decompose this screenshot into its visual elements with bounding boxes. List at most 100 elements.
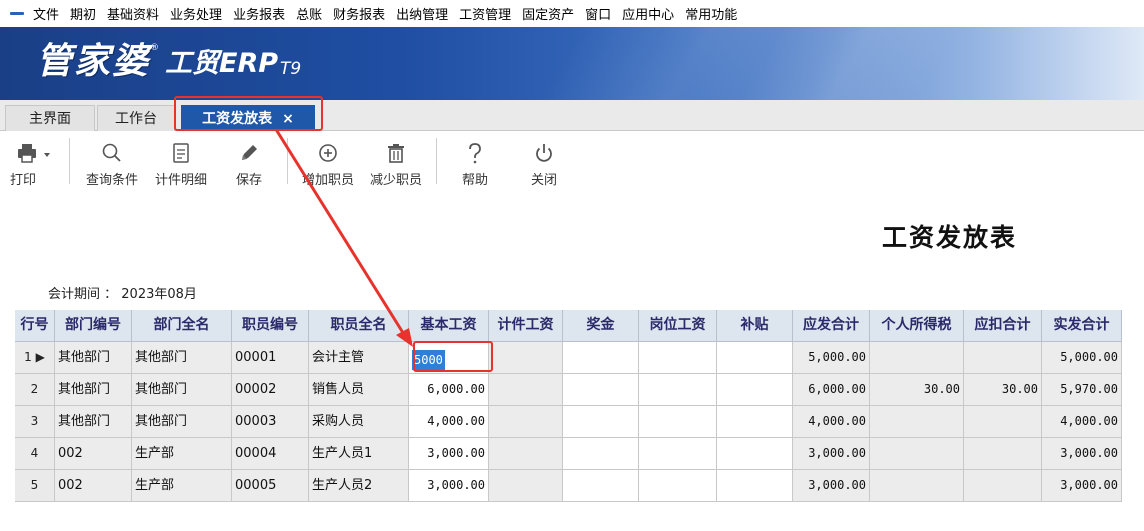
piece-detail-button[interactable]: 计件明细: [149, 140, 213, 188]
column-header-allowance[interactable]: 补贴: [717, 310, 793, 342]
post-wage-cell[interactable]: [639, 374, 717, 406]
accounting-period: 会计期间 ： 2023年08月: [48, 283, 197, 302]
menu-business-processing[interactable]: 业务处理: [170, 4, 222, 23]
bonus-cell[interactable]: [563, 470, 639, 502]
post-wage-cell[interactable]: [639, 406, 717, 438]
staff-name-cell[interactable]: 采购人员: [309, 406, 409, 438]
dept-name-cell[interactable]: 其他部门: [132, 342, 232, 374]
tab-workbench[interactable]: 工作台: [97, 105, 175, 131]
staff-code-cell[interactable]: 00004: [232, 438, 309, 470]
allowance-cell[interactable]: [717, 374, 793, 406]
column-header-bonus[interactable]: 奖金: [563, 310, 639, 342]
column-header-post-wage[interactable]: 岗位工资: [639, 310, 717, 342]
menu-opening[interactable]: 期初: [70, 4, 96, 23]
query-conditions-button[interactable]: 查询条件: [80, 140, 144, 188]
table-row[interactable]: 3 其他部门 其他部门 00003 采购人员 4,000.00 4,000.00…: [15, 406, 1122, 438]
piece-detail-label: 计件明细: [154, 173, 207, 188]
staff-name-cell[interactable]: 会计主管: [309, 342, 409, 374]
column-header-deduction-total[interactable]: 应扣合计: [964, 310, 1042, 342]
tab-main[interactable]: 主界面: [5, 105, 95, 131]
table-row[interactable]: 1 ▶ 其他部门 其他部门 00001 会计主管 5000 5,000.00 5…: [15, 342, 1122, 374]
post-wage-cell[interactable]: [639, 470, 717, 502]
bonus-cell[interactable]: [563, 438, 639, 470]
column-header-income-tax[interactable]: 个人所得税: [870, 310, 964, 342]
base-salary-cell[interactable]: 6,000.00: [409, 374, 489, 406]
close-button[interactable]: 关闭: [521, 140, 567, 188]
column-header-net-total[interactable]: 实发合计: [1042, 310, 1122, 342]
allowance-cell[interactable]: [717, 342, 793, 374]
dept-name-cell[interactable]: 生产部: [132, 470, 232, 502]
deduction-total-cell: 30.00: [964, 374, 1042, 406]
table-row[interactable]: 4 002 生产部 00004 生产人员1 3,000.00 3,000.00 …: [15, 438, 1122, 470]
dept-code-cell[interactable]: 其他部门: [55, 374, 132, 406]
help-button[interactable]: 帮助: [452, 140, 498, 188]
column-header-staff-name[interactable]: 职员全名: [309, 310, 409, 342]
base-salary-cell[interactable]: 4,000.00: [409, 406, 489, 438]
dept-code-cell[interactable]: 002: [55, 470, 132, 502]
allowance-cell[interactable]: [717, 438, 793, 470]
row-number: 4: [15, 438, 55, 470]
post-wage-cell[interactable]: [639, 342, 717, 374]
allowance-cell[interactable]: [717, 406, 793, 438]
post-wage-cell[interactable]: [639, 438, 717, 470]
staff-name-cell[interactable]: 生产人员1: [309, 438, 409, 470]
base-salary-cell[interactable]: 3,000.00: [409, 470, 489, 502]
dept-code-cell[interactable]: 其他部门: [55, 342, 132, 374]
column-header-gross-total[interactable]: 应发合计: [793, 310, 870, 342]
add-staff-button[interactable]: 增加职员: [296, 140, 360, 188]
menu-basic-data[interactable]: 基础资料: [107, 4, 159, 23]
table-row[interactable]: 5 002 生产部 00005 生产人员2 3,000.00 3,000.00 …: [15, 470, 1122, 502]
period-value: 2023年08月: [121, 287, 197, 302]
staff-name-cell[interactable]: 生产人员2: [309, 470, 409, 502]
dept-code-cell[interactable]: 其他部门: [55, 406, 132, 438]
dept-code-cell[interactable]: 002: [55, 438, 132, 470]
base-salary-cell[interactable]: 3,000.00: [409, 438, 489, 470]
save-label: 保存: [235, 173, 262, 188]
column-header-dept-code[interactable]: 部门编号: [55, 310, 132, 342]
column-header-staff-code[interactable]: 职员编号: [232, 310, 309, 342]
piece-wage-cell[interactable]: [489, 438, 563, 470]
column-header-row-no[interactable]: 行号: [15, 310, 55, 342]
gross-total-cell: 3,000.00: [793, 470, 870, 502]
staff-code-cell[interactable]: 00002: [232, 374, 309, 406]
report-title: 工资发放表: [882, 223, 1018, 252]
piece-wage-cell[interactable]: [489, 470, 563, 502]
dept-name-cell[interactable]: 其他部门: [132, 374, 232, 406]
menu-business-reports[interactable]: 业务报表: [233, 4, 285, 23]
menu-window[interactable]: 窗口: [585, 4, 611, 23]
logo-product-text: 工贸ERP: [165, 48, 279, 79]
allowance-cell[interactable]: [717, 470, 793, 502]
save-button[interactable]: 保存: [226, 140, 272, 188]
staff-code-cell[interactable]: 00005: [232, 470, 309, 502]
piece-wage-cell[interactable]: [489, 406, 563, 438]
staff-code-cell[interactable]: 00003: [232, 406, 309, 438]
table-row[interactable]: 2 其他部门 其他部门 00002 销售人员 6,000.00 6,000.00…: [15, 374, 1122, 406]
piece-wage-cell[interactable]: [489, 342, 563, 374]
menu-financial-reports[interactable]: 财务报表: [333, 4, 385, 23]
menu-fixed-assets[interactable]: 固定资产: [522, 4, 574, 23]
menu-app-center[interactable]: 应用中心: [622, 4, 674, 23]
menu-common-functions[interactable]: 常用功能: [685, 4, 737, 23]
print-button[interactable]: 打印: [8, 140, 60, 188]
bonus-cell[interactable]: [563, 406, 639, 438]
bonus-cell[interactable]: [563, 342, 639, 374]
piece-wage-cell[interactable]: [489, 374, 563, 406]
staff-code-cell[interactable]: 00001: [232, 342, 309, 374]
menu-payroll[interactable]: 工资管理: [459, 4, 511, 23]
highlight-box-cell: [413, 341, 493, 372]
column-header-base-salary[interactable]: 基本工资: [409, 310, 489, 342]
trash-icon: [364, 140, 428, 166]
menu-file[interactable]: 文件: [33, 4, 59, 23]
menu-general-ledger[interactable]: 总账: [296, 4, 322, 23]
dept-name-cell[interactable]: 其他部门: [132, 406, 232, 438]
toolbar-separator: [69, 138, 70, 184]
remove-staff-button[interactable]: 减少职员: [364, 140, 428, 188]
column-header-piece-wage[interactable]: 计件工资: [489, 310, 563, 342]
column-header-dept-name[interactable]: 部门全名: [132, 310, 232, 342]
plus-circle-icon: [296, 140, 360, 166]
net-total-cell: 5,000.00: [1042, 342, 1122, 374]
dept-name-cell[interactable]: 生产部: [132, 438, 232, 470]
menu-cashier[interactable]: 出纳管理: [396, 4, 448, 23]
bonus-cell[interactable]: [563, 374, 639, 406]
staff-name-cell[interactable]: 销售人员: [309, 374, 409, 406]
